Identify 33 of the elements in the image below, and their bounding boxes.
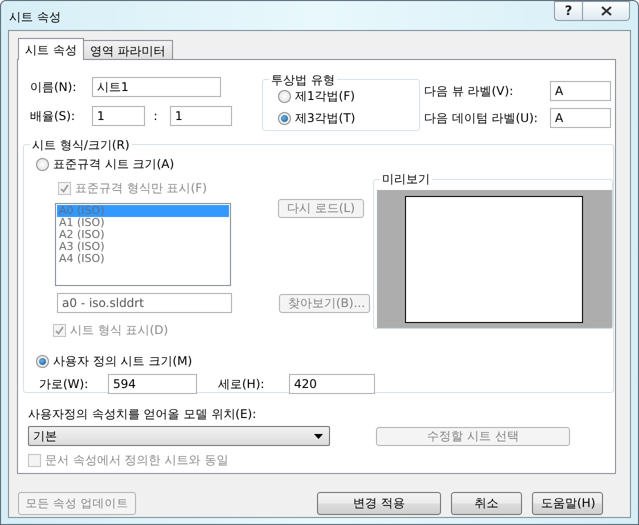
field-label: 세로(H):: [218, 376, 266, 392]
radio-label: 제3각법(T): [295, 110, 356, 127]
scale-field[interactable]: 1: [170, 106, 232, 126]
radio-label: 제1각법(F): [295, 88, 355, 105]
field-label: 다음 뷰 라벨(V):: [424, 82, 514, 100]
width-field[interactable]: 594: [108, 374, 197, 394]
view-label-field[interactable]: A: [550, 81, 611, 101]
separator: :: [152, 109, 159, 123]
height-field[interactable]: 420: [289, 374, 375, 394]
name-field[interactable]: 시트1: [92, 77, 221, 97]
checkbox-label: 문서 속성에서 정의한 시트와 동일: [45, 452, 228, 469]
group-title: 시트 형식/크기(R): [30, 137, 132, 154]
dialog-button[interactable]: 취소: [451, 492, 522, 515]
dialog-button[interactable]: 변경 적용: [317, 492, 441, 515]
field-label: 이름(N):: [30, 78, 78, 96]
field-label: 배율(S):: [30, 108, 76, 124]
dialog-button[interactable]: 도움말(H): [532, 492, 603, 515]
tab[interactable]: 영역 파라미터: [82, 40, 173, 59]
scale-field[interactable]: 1: [92, 106, 145, 126]
datum-label-field[interactable]: A: [550, 108, 611, 128]
group-title: 미리보기: [380, 171, 432, 188]
field-label: 다음 데이텀 라벨(U):: [424, 110, 539, 126]
radio-label: 표준규격 시트 크기(A): [53, 156, 174, 173]
model-dropdown[interactable]: 기본: [28, 426, 330, 446]
help-button[interactable]: ?: [554, 1, 583, 21]
checkbox-label: 시트 형식 표시(D): [70, 322, 168, 339]
group-title: 투상법 유형: [269, 72, 337, 89]
checkbox-label: 표준규격 형식만 표시(F): [75, 180, 207, 197]
field-label: 가로(W):: [39, 376, 90, 392]
radio-label: 사용자 정의 시트 크기(M): [53, 353, 192, 370]
tab[interactable]: 시트 속성: [18, 38, 84, 60]
window-title: 시트 속성: [9, 8, 62, 26]
field-label: 사용자정의 속성치를 얻어올 모델 위치(E):: [28, 406, 258, 423]
